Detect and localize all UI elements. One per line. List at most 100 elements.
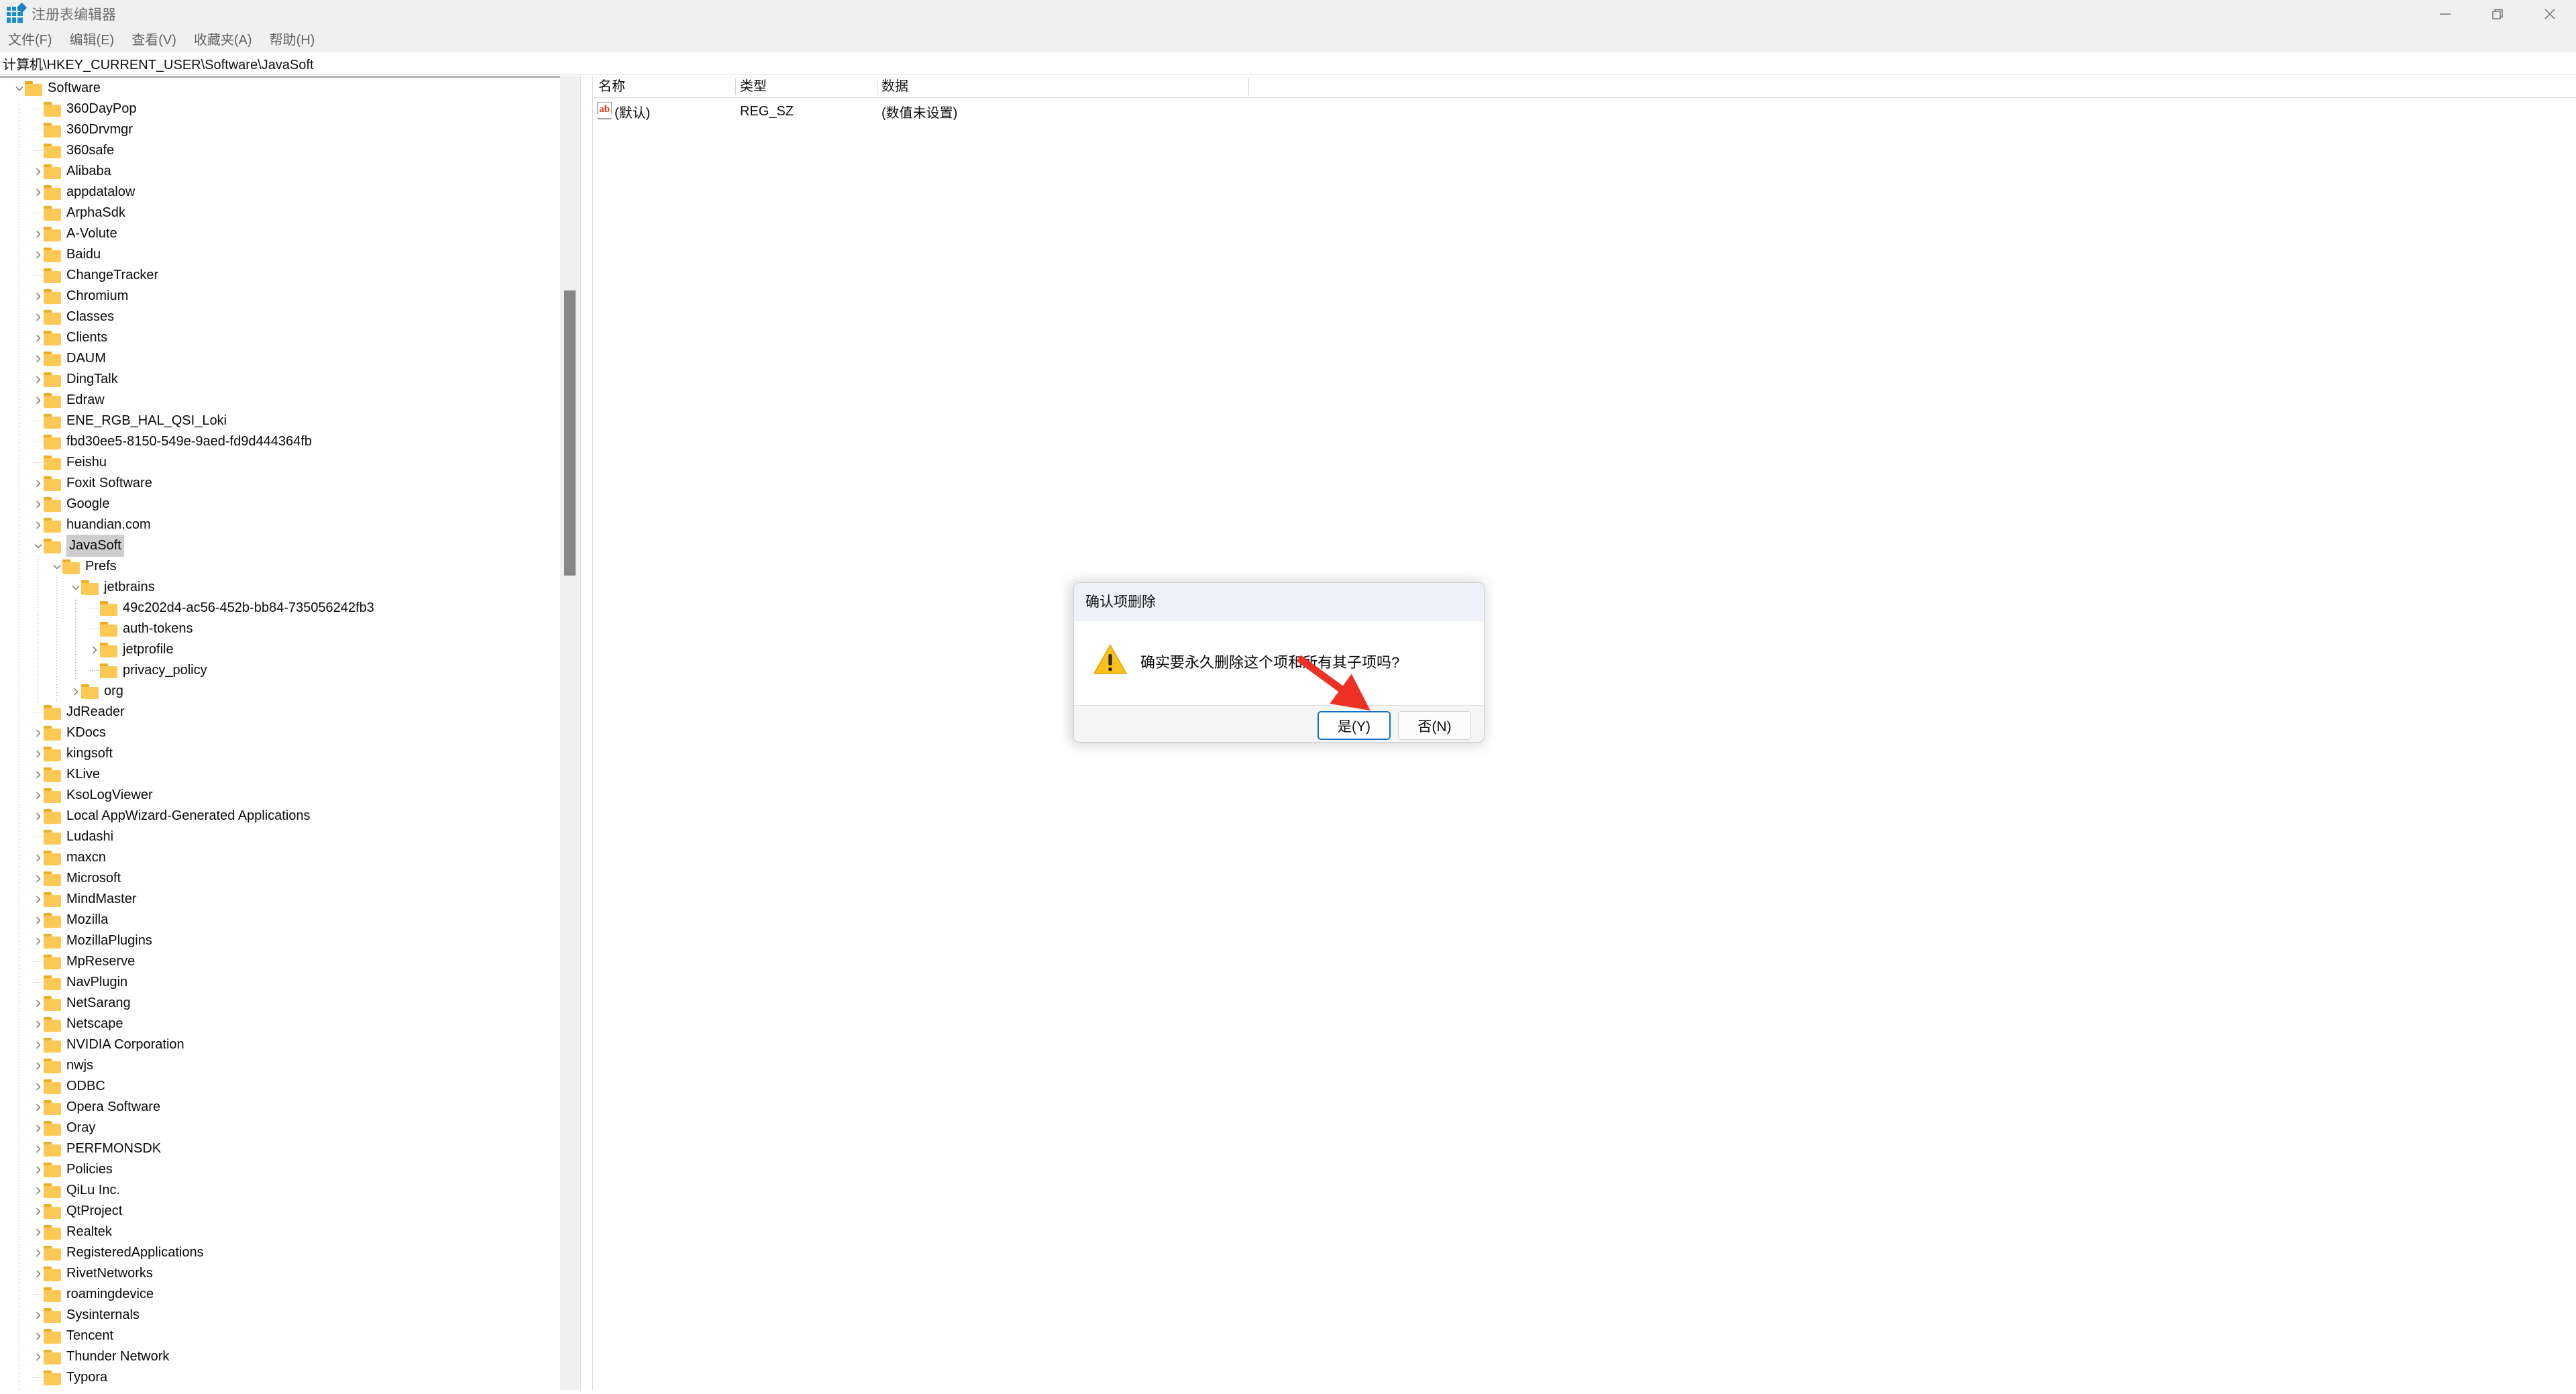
tree-item-360daypop[interactable]: 360DayPop	[0, 99, 561, 119]
tree-item-sysinternals[interactable]: Sysinternals	[0, 1305, 561, 1326]
tree-item-chromium[interactable]: Chromium	[0, 286, 561, 307]
tree-item-registeredapplications[interactable]: RegisteredApplications	[0, 1242, 561, 1263]
column-divider[interactable]	[735, 78, 736, 95]
tree-item-mindmaster[interactable]: MindMaster	[0, 889, 561, 910]
close-icon[interactable]	[2524, 0, 2576, 28]
values-column-header[interactable]: 名称 类型 数据	[594, 76, 2576, 98]
tree-item-clients[interactable]: Clients	[0, 327, 561, 348]
tree-item-jetbrains[interactable]: jetbrains	[0, 577, 561, 598]
tree-item-typora[interactable]: Typora	[0, 1367, 561, 1388]
tree-item-arphasdk[interactable]: ArphaSdk	[0, 203, 561, 223]
column-divider-end[interactable]	[1248, 78, 1249, 95]
tree-item-qilu-inc[interactable]: QiLu Inc.	[0, 1180, 561, 1201]
chevron-right-icon[interactable]	[32, 873, 44, 884]
chevron-right-icon[interactable]	[32, 1039, 44, 1051]
tree-item-maxcn[interactable]: maxcn	[0, 847, 561, 868]
tree-item-changetracker[interactable]: ChangeTracker	[0, 265, 561, 286]
chevron-right-icon[interactable]	[32, 1122, 44, 1134]
chevron-right-icon[interactable]	[32, 290, 44, 302]
tree-item-jdreader[interactable]: JdReader	[0, 702, 561, 722]
column-header-2[interactable]: 数据	[877, 76, 1248, 98]
tree-item-49c202d4-ac56-452b-bb84-735056242fb3[interactable]: 49c202d4-ac56-452b-bb84-735056242fb3	[0, 598, 561, 619]
chevron-right-icon[interactable]	[32, 249, 44, 260]
tree-item-foxit-software[interactable]: Foxit Software	[0, 473, 561, 494]
tree-item-tencent[interactable]: Tencent	[0, 1326, 561, 1346]
chevron-right-icon[interactable]	[32, 1247, 44, 1258]
chevron-right-icon[interactable]	[32, 914, 44, 926]
tree-item-policies[interactable]: Policies	[0, 1159, 561, 1180]
tree-vertical-scrollbar[interactable]	[560, 76, 580, 1390]
tree-item-kingsoft[interactable]: kingsoft	[0, 743, 561, 764]
chevron-right-icon[interactable]	[32, 852, 44, 863]
chevron-right-icon[interactable]	[32, 1330, 44, 1342]
tree-item-klive[interactable]: KLive	[0, 764, 561, 785]
chevron-right-icon[interactable]	[32, 478, 44, 489]
menu-item-edit[interactable]: 编辑(E)	[70, 28, 115, 52]
tree-item-google[interactable]: Google	[0, 494, 561, 515]
tree-item-alibaba[interactable]: Alibaba	[0, 161, 561, 182]
tree-item-360safe[interactable]: 360safe	[0, 140, 561, 161]
tree-item-thunder-network[interactable]: Thunder Network	[0, 1346, 561, 1367]
tree-item-feishu[interactable]: Feishu	[0, 452, 561, 473]
tree-item-navplugin[interactable]: NavPlugin	[0, 972, 561, 993]
chevron-right-icon[interactable]	[32, 166, 44, 177]
menu-item-file[interactable]: 文件(F)	[8, 28, 52, 52]
tree-item-edraw[interactable]: Edraw	[0, 390, 561, 411]
chevron-right-icon[interactable]	[32, 311, 44, 323]
tree-item-utforpc[interactable]: UTForPC	[0, 1388, 561, 1390]
tree-item-auth-tokens[interactable]: auth-tokens	[0, 619, 561, 639]
tree-item-perfmonsdk[interactable]: PERFMONSDK	[0, 1138, 561, 1159]
tree-item-baidu[interactable]: Baidu	[0, 244, 561, 265]
chevron-right-icon[interactable]	[32, 394, 44, 406]
chevron-right-icon[interactable]	[32, 498, 44, 510]
column-header-1[interactable]: 类型	[735, 76, 877, 98]
tree-item-roamingdevice[interactable]: roamingdevice	[0, 1284, 561, 1305]
chevron-right-icon[interactable]	[32, 1351, 44, 1362]
minimize-icon[interactable]	[2419, 0, 2471, 28]
chevron-right-icon[interactable]	[32, 1185, 44, 1196]
tree-item-microsoft[interactable]: Microsoft	[0, 868, 561, 889]
chevron-right-icon[interactable]	[32, 186, 44, 198]
no-button[interactable]: 否(N)	[1398, 711, 1471, 740]
chevron-right-icon[interactable]	[32, 353, 44, 364]
tree-item-dingtalk[interactable]: DingTalk	[0, 369, 561, 390]
tree-item-mozilla[interactable]: Mozilla	[0, 910, 561, 930]
tree-item-prefs[interactable]: Prefs	[0, 556, 561, 577]
tree-item-fbd30ee5-8150-549e-9aed-fd9d444364fb[interactable]: fbd30ee5-8150-549e-9aed-fd9d444364fb	[0, 431, 561, 452]
chevron-right-icon[interactable]	[32, 810, 44, 822]
chevron-right-icon[interactable]	[89, 644, 100, 655]
chevron-right-icon[interactable]	[32, 894, 44, 905]
chevron-right-icon[interactable]	[70, 686, 81, 697]
chevron-right-icon[interactable]	[32, 1102, 44, 1113]
tree-item-ene-rgb-hal-qsi-loki[interactable]: ENE_RGB_HAL_QSI_Loki	[0, 411, 561, 431]
chevron-right-icon[interactable]	[32, 228, 44, 239]
chevron-right-icon[interactable]	[32, 748, 44, 759]
menu-item-help[interactable]: 帮助(H)	[270, 28, 315, 52]
tree-item-nvidia-corporation[interactable]: NVIDIA Corporation	[0, 1034, 561, 1055]
chevron-right-icon[interactable]	[32, 519, 44, 531]
tree-item-netsarang[interactable]: NetSarang	[0, 993, 561, 1014]
chevron-right-icon[interactable]	[32, 1143, 44, 1155]
chevron-right-icon[interactable]	[32, 1226, 44, 1238]
tree-item-jetprofile[interactable]: jetprofile	[0, 639, 561, 660]
tree-item-mpreserve[interactable]: MpReserve	[0, 951, 561, 972]
chevron-right-icon[interactable]	[32, 1081, 44, 1092]
chevron-right-icon[interactable]	[32, 727, 44, 739]
address-bar[interactable]: 计算机\HKEY_CURRENT_USER\Software\JavaSoft	[0, 52, 2576, 75]
chevron-right-icon[interactable]	[32, 332, 44, 343]
yes-button[interactable]: 是(Y)	[1318, 711, 1391, 740]
chevron-right-icon[interactable]	[32, 374, 44, 385]
menu-item-favorites[interactable]: 收藏夹(A)	[194, 28, 252, 52]
tree-item-ludashi[interactable]: Ludashi	[0, 826, 561, 847]
tree-item-local-appwizard-generated-applications[interactable]: Local AppWizard-Generated Applications	[0, 806, 561, 826]
tree-item-opera-software[interactable]: Opera Software	[0, 1097, 561, 1118]
value-row[interactable]: ab (默认) REG_SZ (数值未设置)	[594, 100, 2539, 123]
tree-item-org[interactable]: org	[0, 681, 561, 702]
chevron-right-icon[interactable]	[32, 1268, 44, 1279]
chevron-right-icon[interactable]	[32, 1205, 44, 1217]
chevron-right-icon[interactable]	[32, 1309, 44, 1321]
chevron-right-icon[interactable]	[32, 769, 44, 780]
chevron-down-icon[interactable]	[51, 561, 62, 572]
tree-item-appdatalow[interactable]: appdatalow	[0, 182, 561, 203]
tree-item-rivetnetworks[interactable]: RivetNetworks	[0, 1263, 561, 1284]
